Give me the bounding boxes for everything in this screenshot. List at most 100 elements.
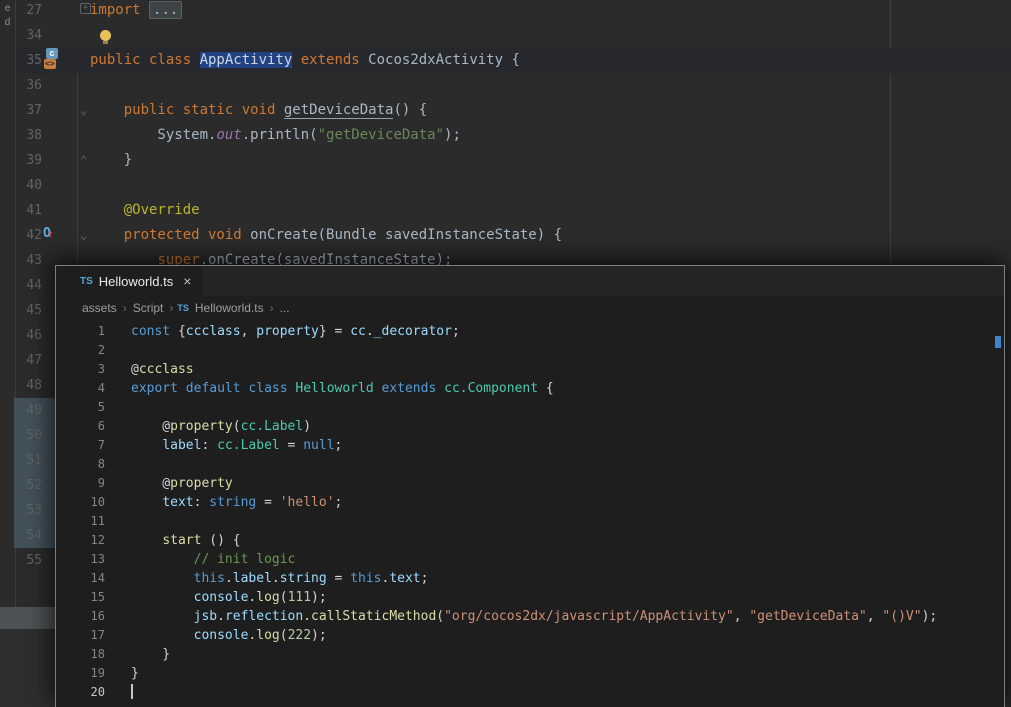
line-number[interactable]: 1 bbox=[56, 322, 105, 341]
code-line[interactable]: 38 System.out.println("getDeviceData"); bbox=[16, 123, 1011, 148]
line-number[interactable]: 15 bbox=[56, 588, 105, 607]
code-line[interactable]: 4 export default class Helloworld extends… bbox=[56, 379, 994, 398]
line-number[interactable]: 3 bbox=[56, 360, 105, 379]
line-number[interactable]: 49 bbox=[16, 398, 42, 423]
code-text[interactable]: console.log(111); bbox=[131, 588, 327, 607]
code-text[interactable]: @property(cc.Label) bbox=[131, 417, 311, 436]
code-text[interactable]: this.label.string = this.text; bbox=[131, 569, 429, 588]
code-line[interactable]: 39 } bbox=[16, 148, 1011, 173]
fold-collapsed-icon[interactable]: + bbox=[80, 3, 91, 14]
class-gutter-icon[interactable]: c bbox=[46, 48, 58, 59]
code-tag-icon[interactable]: <> bbox=[44, 59, 56, 69]
tab-helloworld[interactable]: TS Helloworld.ts × bbox=[56, 266, 204, 296]
code-text[interactable]: @property bbox=[131, 474, 232, 493]
line-number[interactable]: 18 bbox=[56, 645, 105, 664]
code-line[interactable]: 34 bbox=[16, 23, 1011, 48]
close-icon[interactable]: × bbox=[183, 273, 191, 289]
breadcrumb-item-more[interactable]: ... bbox=[280, 301, 290, 315]
fold-open-icon[interactable]: ⌄ bbox=[80, 104, 87, 116]
code-line[interactable]: 10 text: string = 'hello'; bbox=[56, 493, 994, 512]
code-line[interactable]: 2 bbox=[56, 341, 994, 360]
line-number[interactable]: 45 bbox=[16, 298, 42, 323]
code-text[interactable]: protected void onCreate(Bundle savedInst… bbox=[90, 223, 562, 248]
line-number[interactable]: 16 bbox=[56, 607, 105, 626]
line-number[interactable]: 20 bbox=[56, 683, 105, 702]
line-number[interactable]: 47 bbox=[16, 348, 42, 373]
code-line[interactable]: 42 protected void onCreate(Bundle savedI… bbox=[16, 223, 1011, 248]
line-number[interactable]: 27 bbox=[16, 0, 42, 23]
line-number[interactable]: 44 bbox=[16, 273, 42, 298]
code-text[interactable]: } bbox=[90, 148, 132, 173]
line-number[interactable]: 51 bbox=[16, 448, 42, 473]
code-line[interactable]: 20 bbox=[56, 683, 994, 702]
code-text[interactable]: jsb.reflection.callStaticMethod("org/coc… bbox=[131, 607, 938, 626]
line-number[interactable]: 36 bbox=[16, 73, 42, 98]
code-text[interactable]: @ccclass bbox=[131, 360, 194, 379]
line-number[interactable]: 54 bbox=[16, 523, 42, 548]
breadcrumb-item-assets[interactable]: assets bbox=[82, 301, 117, 315]
line-number[interactable]: 17 bbox=[56, 626, 105, 645]
code-text[interactable]: System.out.println("getDeviceData"); bbox=[90, 123, 460, 148]
code-text[interactable]: } bbox=[131, 645, 170, 664]
code-line[interactable]: 41 @Override bbox=[16, 198, 1011, 223]
code-line[interactable]: 11 bbox=[56, 512, 994, 531]
code-line[interactable]: 17 console.log(222); bbox=[56, 626, 994, 645]
line-number[interactable]: 6 bbox=[56, 417, 105, 436]
line-number[interactable]: 43 bbox=[16, 248, 42, 273]
code-text[interactable]: export default class Helloworld extends … bbox=[131, 379, 554, 398]
line-number[interactable]: 9 bbox=[56, 474, 105, 493]
line-number[interactable]: 37 bbox=[16, 98, 42, 123]
code-line[interactable]: 35 public class AppActivity extends Cocos… bbox=[16, 48, 1011, 73]
lightbulb-icon[interactable] bbox=[100, 30, 111, 44]
code-text[interactable]: text: string = 'hello'; bbox=[131, 493, 342, 512]
code-line[interactable]: 3 @ccclass bbox=[56, 360, 994, 379]
code-text[interactable]: import ... bbox=[90, 0, 183, 23]
line-number[interactable]: 46 bbox=[16, 323, 42, 348]
line-number[interactable]: 2 bbox=[56, 341, 105, 360]
code-line[interactable]: 6 @property(cc.Label) bbox=[56, 417, 994, 436]
line-number[interactable]: 39 bbox=[16, 148, 42, 173]
line-number[interactable]: 52 bbox=[16, 473, 42, 498]
code-text[interactable]: console.log(222); bbox=[131, 626, 327, 645]
line-number[interactable]: 50 bbox=[16, 423, 42, 448]
code-text[interactable]: const {ccclass, property} = cc._decorato… bbox=[131, 322, 460, 341]
code-line[interactable]: 27 import ... bbox=[16, 0, 1011, 23]
code-line[interactable]: 13 // init logic bbox=[56, 550, 994, 569]
code-line[interactable]: 16 jsb.reflection.callStaticMethod("org/… bbox=[56, 607, 994, 626]
line-number[interactable]: 41 bbox=[16, 198, 42, 223]
code-line[interactable]: 18 } bbox=[56, 645, 994, 664]
code-text[interactable]: // init logic bbox=[131, 550, 296, 569]
line-number[interactable]: 53 bbox=[16, 498, 42, 523]
breadcrumb-item-script[interactable]: Script bbox=[133, 301, 164, 315]
line-number[interactable]: 34 bbox=[16, 23, 42, 48]
line-number[interactable]: 13 bbox=[56, 550, 105, 569]
code-text[interactable]: } bbox=[131, 664, 139, 683]
code-text[interactable]: label: cc.Label = null; bbox=[131, 436, 342, 455]
code-line[interactable]: 12 start () { bbox=[56, 531, 994, 550]
line-number[interactable]: 48 bbox=[16, 373, 42, 398]
code-text[interactable]: public static void getDeviceData() { bbox=[90, 98, 427, 123]
code-line[interactable]: 37 public static void getDeviceData() { bbox=[16, 98, 1011, 123]
code-text[interactable] bbox=[131, 683, 133, 702]
code-line[interactable]: 19} bbox=[56, 664, 994, 683]
line-number[interactable]: 8 bbox=[56, 455, 105, 474]
line-number[interactable]: 12 bbox=[56, 531, 105, 550]
breadcrumb-item-file[interactable]: Helloworld.ts bbox=[195, 301, 264, 315]
line-number[interactable]: 7 bbox=[56, 436, 105, 455]
line-number[interactable]: 42 bbox=[16, 223, 42, 248]
line-number[interactable]: 55 bbox=[16, 548, 42, 573]
fold-end-icon[interactable]: ⌃ bbox=[80, 154, 87, 166]
fold-open-icon[interactable]: ⌄ bbox=[80, 229, 87, 241]
code-line[interactable]: 9 @property bbox=[56, 474, 994, 493]
code-line[interactable]: 1 const {ccclass, property} = cc._decorat… bbox=[56, 322, 994, 341]
line-number[interactable]: 35 bbox=[16, 48, 42, 73]
code-line[interactable]: 36 bbox=[16, 73, 1011, 98]
code-line[interactable]: 15 console.log(111); bbox=[56, 588, 994, 607]
line-number[interactable]: 14 bbox=[56, 569, 105, 588]
code-line[interactable]: 40 bbox=[16, 173, 1011, 198]
code-text[interactable]: start () { bbox=[131, 531, 240, 550]
code-line[interactable]: 8 bbox=[56, 455, 994, 474]
line-number[interactable]: 11 bbox=[56, 512, 105, 531]
line-number[interactable]: 40 bbox=[16, 173, 42, 198]
line-number[interactable]: 5 bbox=[56, 398, 105, 417]
